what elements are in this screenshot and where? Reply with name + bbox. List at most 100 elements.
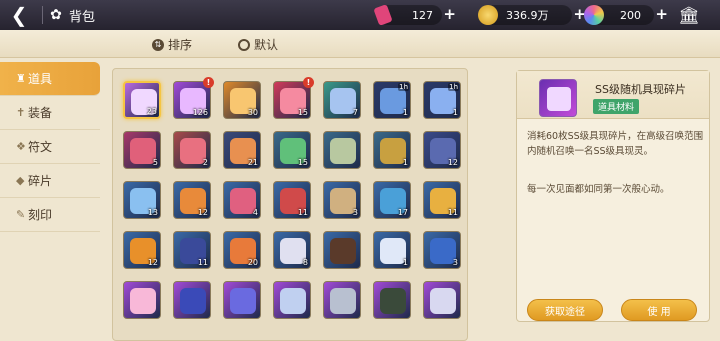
sidebar-item-label: 符文 [28, 140, 53, 154]
item-count: 15 [297, 108, 308, 117]
item-slot[interactable]: 1 1h [373, 81, 411, 119]
item-slot[interactable]: 11 [423, 181, 461, 219]
item-slot[interactable]: 5 [123, 131, 161, 169]
item-count: 12 [447, 158, 458, 167]
item-art-icon [330, 288, 356, 314]
item-count: 1 [402, 108, 408, 117]
item-slot[interactable]: 3 [423, 231, 461, 269]
item-type-tag: 道具材料 [593, 99, 640, 114]
shard-art-icon [547, 87, 571, 111]
gold-value: 336.9万 [506, 9, 549, 22]
item-slot[interactable] [273, 281, 311, 319]
item-description: 消耗60枚SS级具现碎片，在高级召唤范围内随机召唤一名SS级具现灵。 [527, 131, 704, 157]
item-slot[interactable]: 8 [273, 231, 311, 269]
item-grid: 23 126! 30 15! 7 1 1h 1 1h 5 2 21 15 1 12 13 12 4 11 3 17 11 1… [112, 68, 468, 341]
sort-bar: ⇅ 排序 默认 [0, 30, 720, 58]
obtain-source-button[interactable]: 获取途径 [527, 299, 603, 321]
item-art-icon [130, 288, 156, 314]
bank-icon[interactable]: 🏛 [678, 6, 700, 26]
item-slot[interactable] [323, 131, 361, 169]
item-slot[interactable] [373, 281, 411, 319]
item-slot[interactable]: 1 [373, 231, 411, 269]
timer-label: 1h [398, 83, 409, 91]
item-slot[interactable] [223, 281, 261, 319]
item-count: 8 [302, 258, 308, 267]
item-slot[interactable] [173, 281, 211, 319]
sword-icon: ✝ [16, 106, 26, 119]
item-count: 3 [352, 208, 358, 217]
sort-order-label: 排序 [168, 38, 193, 52]
potion-icon: ♜ [16, 72, 26, 85]
item-count: 12 [147, 258, 158, 267]
sidebar-item-label: 刻印 [28, 208, 53, 222]
item-slot[interactable]: 1 [373, 131, 411, 169]
alert-badge-icon: ! [303, 77, 314, 88]
sidebar-item-label: 装备 [28, 106, 53, 120]
sidebar-item-label: 道具 [28, 72, 53, 86]
item-count: 13 [147, 208, 158, 217]
alert-badge-icon: ! [203, 77, 214, 88]
item-slot[interactable] [323, 231, 361, 269]
add-gem-button[interactable]: + [655, 5, 668, 23]
item-slot[interactable]: 30 [223, 81, 261, 119]
sort-default-label: 默认 [254, 38, 279, 52]
back-button[interactable]: ❮ [0, 0, 38, 30]
item-slot[interactable]: 21 [223, 131, 261, 169]
item-art-icon [380, 288, 406, 314]
item-detail-panel: SS级随机具现碎片 道具材料 消耗60枚SS级具现碎片，在高级召唤范围内随机召唤… [516, 70, 710, 322]
item-count: 1 [452, 108, 458, 117]
add-crystal-button[interactable]: + [443, 5, 456, 23]
item-count: 3 [452, 258, 458, 267]
item-slot[interactable]: 3 [323, 181, 361, 219]
use-button[interactable]: 使 用 [621, 299, 697, 321]
divider [42, 6, 43, 24]
sidebar-item-4[interactable]: ✎ 刻印 [0, 198, 100, 232]
sidebar-item-0[interactable]: ♜ 道具 [0, 62, 100, 96]
sidebar-item-label: 碎片 [28, 174, 53, 188]
item-slot[interactable]: 4 [223, 181, 261, 219]
item-count: 23 [146, 107, 157, 116]
item-slot[interactable]: 11 [173, 231, 211, 269]
item-slot[interactable]: 2 [173, 131, 211, 169]
item-slot[interactable]: 13 [123, 181, 161, 219]
gold-coin-icon [478, 5, 498, 25]
item-slot[interactable]: 12 [123, 231, 161, 269]
item-count: 20 [247, 258, 258, 267]
item-slot[interactable]: 15! [273, 77, 314, 119]
item-slot[interactable] [123, 281, 161, 319]
item-count: 12 [197, 208, 208, 217]
sidebar-item-3[interactable]: ◆ 碎片 [0, 164, 100, 198]
detail-header: SS级随机具现碎片 道具材料 [517, 71, 709, 119]
item-count: 1 [402, 158, 408, 167]
item-art-icon [430, 288, 456, 314]
item-slot[interactable]: 11 [273, 181, 311, 219]
item-count: 5 [152, 158, 158, 167]
item-slot[interactable]: 1 1h [423, 81, 461, 119]
sort-default-button[interactable]: 默认 [238, 36, 278, 53]
item-art-icon [180, 288, 206, 314]
item-slot[interactable]: 12 [423, 131, 461, 169]
item-count: 17 [397, 208, 408, 217]
item-slot[interactable]: 17 [373, 181, 411, 219]
item-art-icon [330, 238, 356, 264]
item-slot[interactable]: 15 [273, 131, 311, 169]
resource-gold: 336.9万 + [478, 5, 586, 25]
item-slot[interactable] [323, 281, 361, 319]
sidebar-item-1[interactable]: ✝ 装备 [0, 96, 100, 130]
item-count: 21 [247, 158, 258, 167]
sidebar-item-2[interactable]: ❖ 符文 [0, 130, 100, 164]
item-slot[interactable]: 20 [223, 231, 261, 269]
item-slot[interactable] [423, 281, 461, 319]
item-count: 15 [297, 158, 308, 167]
category-sidebar: ♜ 道具 ✝ 装备 ❖ 符文 ◆ 碎片 ✎ 刻印 [0, 58, 104, 341]
item-slot[interactable]: 12 [173, 181, 211, 219]
item-slot[interactable]: 126! [173, 77, 214, 119]
item-count: 30 [247, 108, 258, 117]
item-count: 11 [197, 258, 208, 267]
sort-order-button[interactable]: ⇅ 排序 [152, 36, 192, 53]
item-slot[interactable]: 7 [323, 81, 361, 119]
item-art-icon [280, 288, 306, 314]
item-slot[interactable]: 23 [123, 81, 161, 119]
item-count: 11 [297, 208, 308, 217]
radio-icon [238, 38, 250, 51]
